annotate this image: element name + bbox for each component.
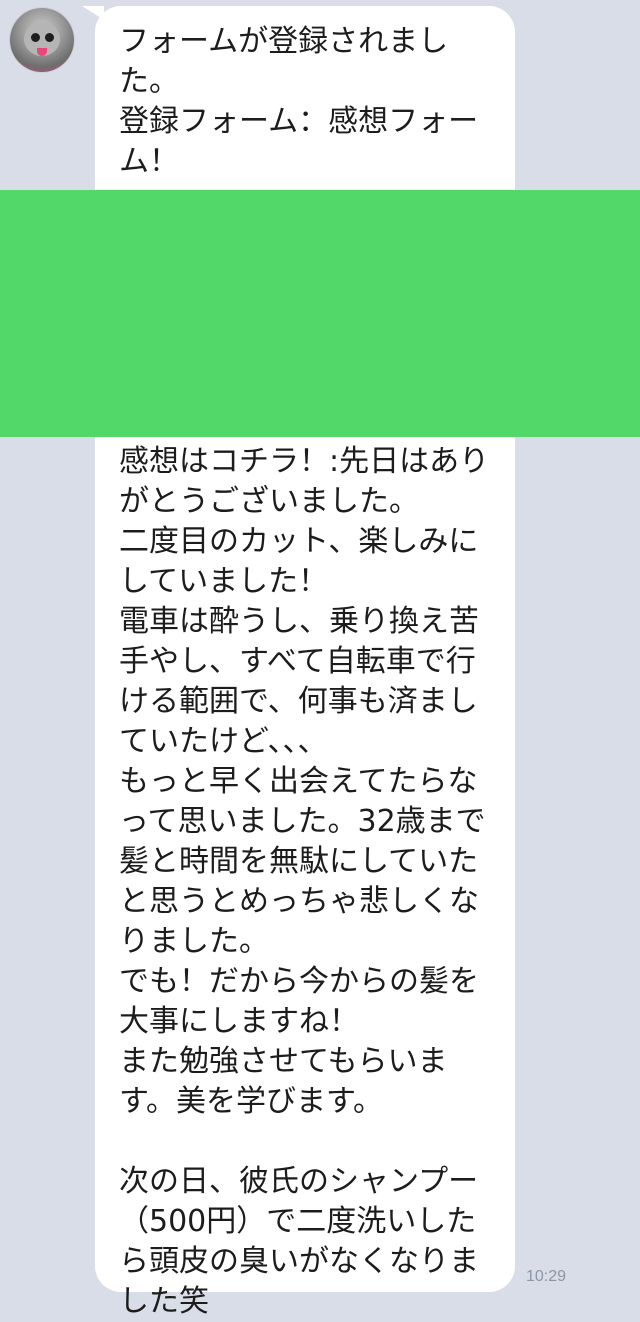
- message-text-body: 感想はコチラ！:先日はありがとうございました。 二度目のカット、楽しみにしていま…: [119, 444, 490, 1319]
- dog-avatar-icon[interactable]: [10, 8, 74, 72]
- avatar-right-eye: [45, 33, 54, 42]
- message-timestamp: 10:29: [526, 1268, 567, 1285]
- avatar-left-eye: [31, 33, 40, 42]
- redacted-area: [0, 190, 640, 437]
- message-text-top: フォームが登録されました。 登録フォーム：感想フォーム！: [119, 24, 479, 179]
